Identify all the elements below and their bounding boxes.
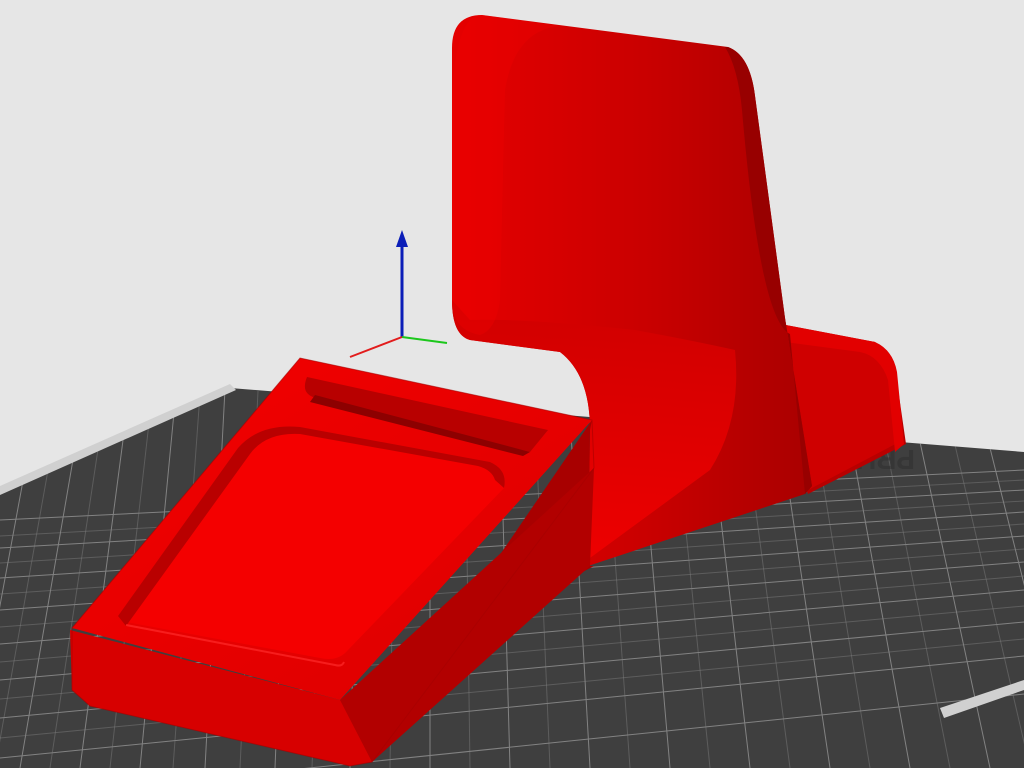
scene-canvas[interactable]: PRUSA (0, 0, 1024, 768)
y-axis-line (401, 336, 448, 344)
axis-gizmo (349, 230, 448, 358)
x-axis-line (349, 336, 403, 358)
z-axis-arrow-icon (396, 230, 408, 247)
3d-viewport[interactable]: PRUSA (0, 0, 1024, 768)
